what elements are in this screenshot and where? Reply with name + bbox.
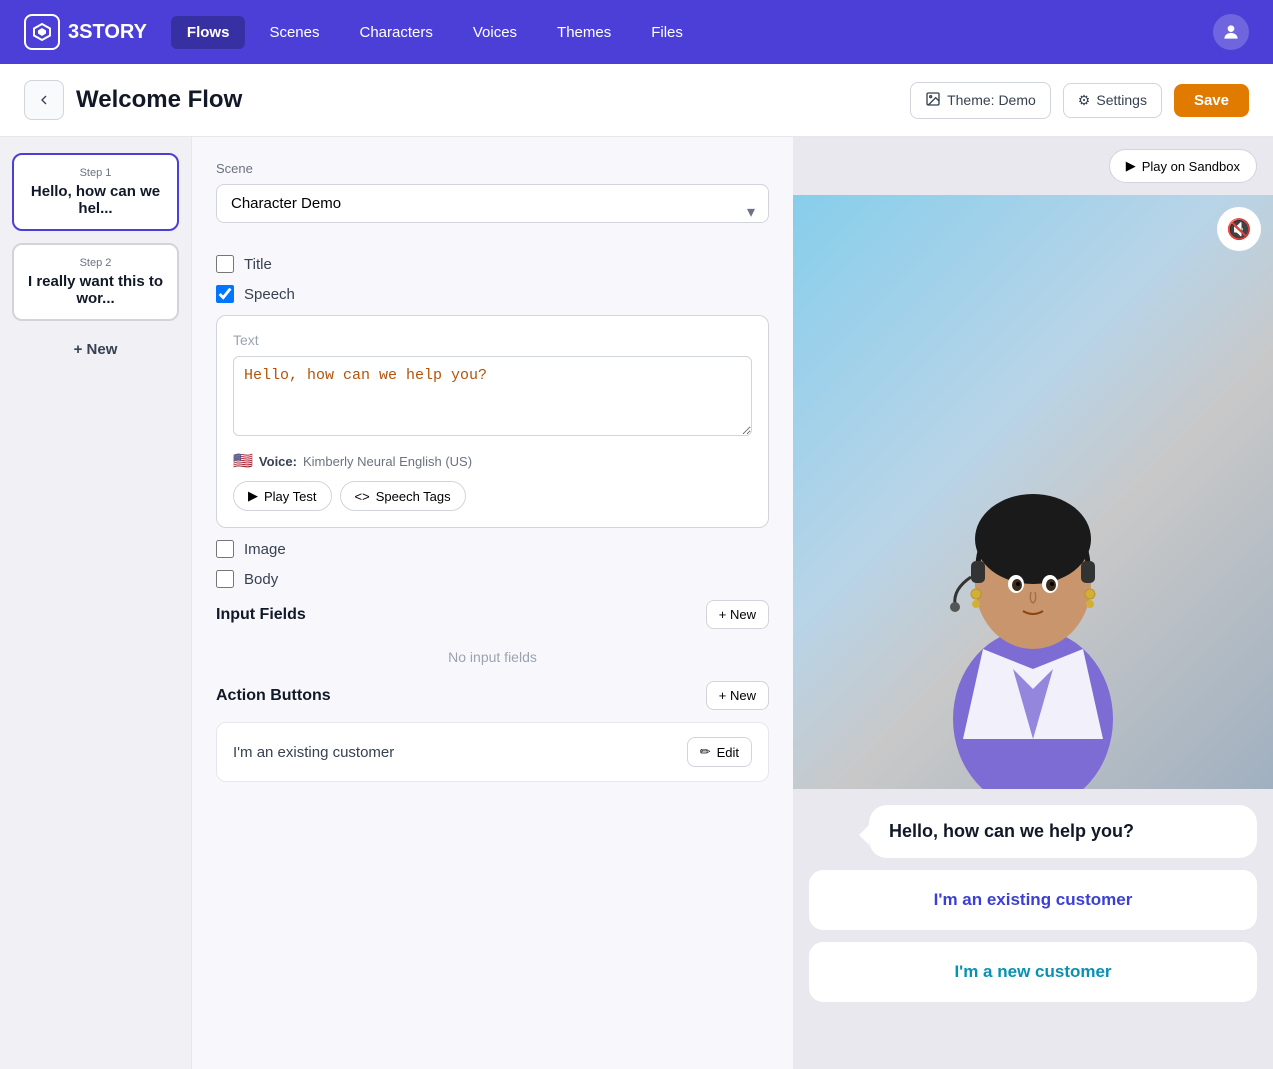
option-bubble-existing[interactable]: I'm an existing customer [809, 870, 1257, 930]
add-input-field-button[interactable]: + New [706, 600, 769, 629]
nav-scenes[interactable]: Scenes [253, 16, 335, 49]
title-row: Title [216, 255, 769, 273]
speech-label: Speech [244, 286, 295, 303]
step-card-1[interactable]: Step 1 Hello, how can we hel... [12, 153, 179, 231]
theme-button[interactable]: Theme: Demo [910, 82, 1051, 119]
gear-icon: ⚙ [1078, 92, 1091, 109]
step1-label: Step 1 [26, 167, 165, 179]
nav-characters[interactable]: Characters [343, 16, 448, 49]
left-sidebar: Step 1 Hello, how can we hel... Step 2 I… [0, 137, 192, 1069]
mute-button[interactable]: 🔇 [1217, 207, 1261, 251]
speech-btn-row: ▶ Play Test <> Speech Tags [233, 481, 752, 511]
speech-editor-box: Text Hello, how can we help you? 🇺🇸 Voic… [216, 315, 769, 528]
action-buttons-section: Action Buttons + New [216, 681, 769, 710]
center-panel: Scene Character Demo Title Speech Text H… [192, 137, 793, 1069]
pencil-icon: ✏ [700, 744, 711, 760]
speech-bubble-text: Hello, how can we help you? [889, 821, 1134, 841]
option1-text: I'm an existing customer [934, 890, 1133, 909]
app-name: 3STORY [68, 21, 147, 44]
image-checkbox[interactable] [216, 540, 234, 558]
image-icon [925, 91, 941, 110]
play-sandbox-icon: ▶ [1126, 158, 1136, 174]
play-sandbox-label: Play on Sandbox [1142, 159, 1240, 174]
speech-textarea[interactable]: Hello, how can we help you? [233, 356, 752, 436]
logo-icon [24, 14, 60, 50]
character-scene: 🔇 [793, 195, 1273, 789]
add-action-button[interactable]: + New [706, 681, 769, 710]
speech-tags-label: Speech Tags [376, 489, 451, 504]
input-fields-title: Input Fields [216, 606, 306, 624]
new-step-button[interactable]: + New [12, 333, 179, 366]
voice-flag-icon: 🇺🇸 [233, 451, 253, 471]
nav-themes[interactable]: Themes [541, 16, 627, 49]
option-bubble-new[interactable]: I'm a new customer [809, 942, 1257, 1002]
chat-area: Hello, how can we help you? I'm an exist… [793, 789, 1273, 1069]
settings-label: Settings [1096, 92, 1147, 108]
action-button-text: I'm an existing customer [233, 744, 394, 761]
right-preview: ▶ Play on Sandbox 🔇 [793, 137, 1273, 1069]
scene-select[interactable]: Character Demo [216, 184, 769, 223]
back-button[interactable] [24, 80, 64, 120]
header-bar: Welcome Flow Theme: Demo ⚙ Settings Save [0, 64, 1273, 137]
voice-name: Kimberly Neural English (US) [303, 454, 472, 469]
scene-select-wrapper: Character Demo [216, 184, 769, 239]
speech-tags-button[interactable]: <> Speech Tags [340, 481, 466, 511]
settings-button[interactable]: ⚙ Settings [1063, 83, 1162, 118]
nav-flows[interactable]: Flows [171, 16, 246, 49]
body-checkbox[interactable] [216, 570, 234, 588]
no-input-fields-text: No input fields [216, 641, 769, 681]
play-test-button[interactable]: ▶ Play Test [233, 481, 332, 511]
logo-area: 3STORY [24, 14, 147, 50]
save-button[interactable]: Save [1174, 84, 1249, 117]
play-sandbox-button[interactable]: ▶ Play on Sandbox [1109, 149, 1257, 183]
step2-text: I really want this to wor... [26, 273, 165, 307]
voice-row: 🇺🇸 Voice: Kimberly Neural English (US) [233, 451, 752, 471]
play-icon: ▶ [248, 488, 258, 504]
play-test-label: Play Test [264, 489, 317, 504]
step2-label: Step 2 [26, 257, 165, 269]
character-illustration [893, 429, 1173, 789]
action-buttons-title: Action Buttons [216, 687, 331, 705]
image-label: Image [244, 541, 286, 558]
theme-label: Theme: Demo [947, 92, 1036, 108]
step-card-2[interactable]: Step 2 I really want this to wor... [12, 243, 179, 321]
scene-label: Scene [216, 161, 769, 176]
text-section-label: Text [233, 332, 752, 348]
body-row: Body [216, 570, 769, 588]
code-icon: <> [355, 489, 370, 504]
input-fields-section: Input Fields + New [216, 600, 769, 629]
user-avatar[interactable] [1213, 14, 1249, 50]
page-title: Welcome Flow [76, 86, 898, 114]
nav-voices[interactable]: Voices [457, 16, 533, 49]
nav-files[interactable]: Files [635, 16, 699, 49]
speech-row: Speech [216, 285, 769, 303]
step1-text: Hello, how can we hel... [26, 183, 165, 217]
main-layout: Step 1 Hello, how can we hel... Step 2 I… [0, 137, 1273, 1069]
edit-action-button[interactable]: ✏ Edit [687, 737, 752, 767]
voice-key-label: Voice: [259, 454, 297, 469]
action-button-card: I'm an existing customer ✏ Edit [216, 722, 769, 782]
title-checkbox[interactable] [216, 255, 234, 273]
speech-checkbox[interactable] [216, 285, 234, 303]
option2-text: I'm a new customer [954, 962, 1111, 981]
top-navigation: 3STORY Flows Scenes Characters Voices Th… [0, 0, 1273, 64]
image-row: Image [216, 540, 769, 558]
title-label: Title [244, 256, 272, 273]
body-label: Body [244, 571, 278, 588]
edit-label: Edit [717, 745, 739, 760]
mute-icon: 🔇 [1227, 217, 1252, 242]
preview-top-bar: ▶ Play on Sandbox [793, 137, 1273, 195]
speech-bubble: Hello, how can we help you? [869, 805, 1257, 858]
